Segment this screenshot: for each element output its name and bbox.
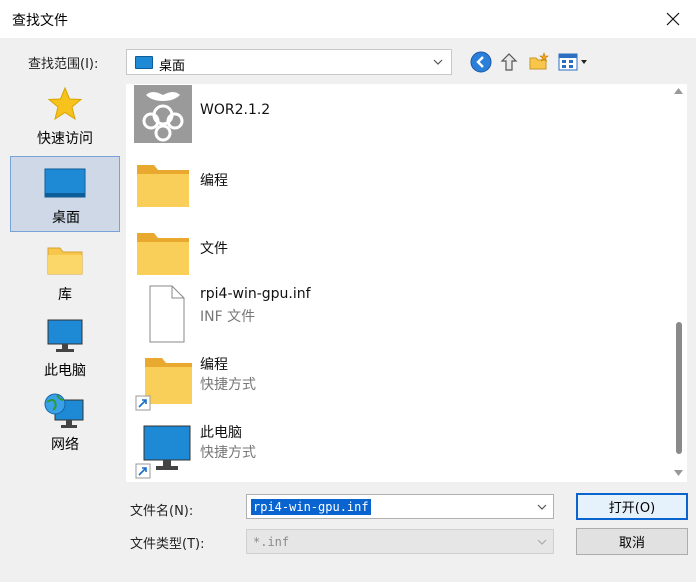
- filename-input[interactable]: rpi4-win-gpu.inf: [246, 494, 554, 519]
- list-item[interactable]: rpi4-win-gpu.inf INF 文件: [126, 280, 666, 348]
- folder-shortcut-icon: [135, 358, 192, 411]
- place-label: 快速访问: [37, 131, 93, 147]
- place-this-pc[interactable]: 此电脑: [10, 314, 120, 390]
- file-list[interactable]: WOR2.1.2 编程 文件 rpi4-win-gpu.inf INF 文件 编…: [126, 84, 687, 482]
- filetype-dropdown[interactable]: *.inf: [246, 529, 554, 554]
- library-folder-icon: [47, 247, 83, 275]
- list-item[interactable]: 此电脑 快捷方式: [126, 416, 666, 482]
- file-name: WOR2.1.2: [200, 102, 271, 118]
- network-globe-icon: [44, 393, 84, 428]
- file-type: 快捷方式: [200, 377, 256, 393]
- list-item[interactable]: WOR2.1.2: [126, 84, 666, 152]
- document-file-icon: [149, 285, 185, 343]
- monitor-shortcut-icon: [135, 425, 191, 479]
- raspberry-pi-logo-icon: [134, 85, 192, 143]
- scroll-up-icon[interactable]: [674, 88, 683, 94]
- file-type: INF 文件: [200, 309, 256, 325]
- folder-icon: [137, 165, 189, 207]
- places-bar: 快速访问 桌面 库 此电脑 网络: [0, 80, 122, 572]
- place-label: 此电脑: [44, 363, 86, 379]
- list-item[interactable]: 文件: [126, 220, 666, 288]
- up-folder-icon: [500, 53, 518, 71]
- desktop-icon: [44, 168, 86, 198]
- vertical-scrollbar[interactable]: [670, 84, 687, 482]
- filetype-label: 文件类型(T):: [130, 537, 205, 552]
- place-desktop[interactable]: 桌面: [10, 156, 120, 232]
- open-button[interactable]: 打开(O): [576, 493, 688, 520]
- file-name: 此电脑: [200, 425, 242, 441]
- file-name: rpi4-win-gpu.inf: [200, 286, 311, 302]
- folder-icon: [137, 233, 189, 275]
- lookin-label: 查找范围(I):: [28, 57, 99, 72]
- place-library[interactable]: 库: [10, 238, 120, 314]
- place-label: 库: [58, 287, 72, 303]
- filename-label: 文件名(N):: [130, 504, 194, 519]
- place-network[interactable]: 网络: [10, 390, 120, 466]
- window-title: 查找文件: [12, 13, 68, 29]
- view-grid-icon: [558, 53, 587, 71]
- place-quick-access[interactable]: 快速访问: [10, 80, 120, 156]
- filename-value[interactable]: rpi4-win-gpu.inf: [251, 499, 371, 515]
- chevron-down-icon[interactable]: [537, 502, 547, 512]
- new-folder-icon: [529, 52, 549, 70]
- file-type: 快捷方式: [200, 445, 256, 461]
- new-folder-button[interactable]: [526, 49, 552, 75]
- title-bar: 查找文件: [0, 0, 696, 38]
- list-item[interactable]: 编程: [126, 152, 666, 220]
- file-name: 文件: [200, 241, 228, 257]
- file-name: 编程: [200, 357, 228, 373]
- cancel-button[interactable]: 取消: [576, 528, 688, 555]
- close-icon: [666, 12, 680, 26]
- lookin-dropdown[interactable]: 桌面: [126, 49, 452, 75]
- back-button[interactable]: [468, 49, 494, 75]
- lookin-value: 桌面: [159, 59, 186, 74]
- place-label: 桌面: [52, 210, 80, 226]
- star-icon: [47, 86, 83, 121]
- up-folder-button[interactable]: [496, 49, 522, 75]
- place-label: 网络: [51, 437, 79, 453]
- file-name: 编程: [200, 173, 228, 189]
- view-menu-button[interactable]: [556, 49, 590, 75]
- scrollbar-thumb[interactable]: [676, 322, 682, 454]
- scroll-down-icon[interactable]: [674, 470, 683, 476]
- filetype-value: *.inf: [253, 535, 290, 549]
- back-arrow-icon: [470, 51, 492, 73]
- list-item[interactable]: 编程 快捷方式: [126, 348, 666, 416]
- close-button[interactable]: [650, 0, 696, 38]
- desktop-icon: [135, 56, 153, 69]
- chevron-down-icon: [433, 59, 443, 65]
- chevron-down-icon: [537, 539, 547, 545]
- monitor-icon: [47, 319, 83, 352]
